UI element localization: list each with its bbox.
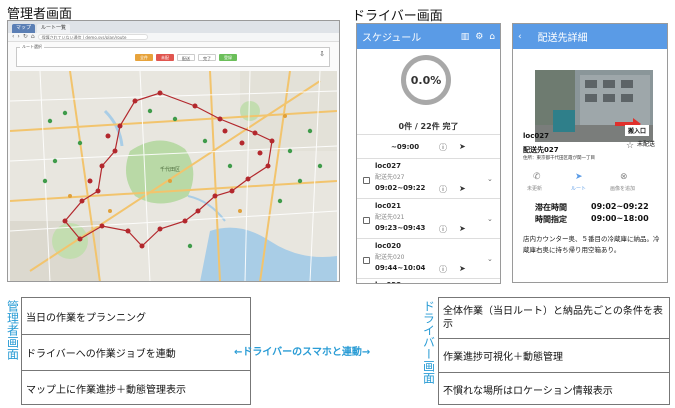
time-window: 09:02~09:22	[375, 184, 426, 192]
driver-feature-table: 全体作業（当日ルート）と納品先ごとの条件を表示 作業進捗可視化＋動態管理 不慣れ…	[438, 297, 670, 405]
destination-name: 配送先027	[375, 174, 405, 181]
schedule-start-row: ~09:00 ⓘ ➤	[357, 134, 500, 158]
info-icon[interactable]: ⓘ	[439, 142, 447, 153]
url-field[interactable]: 保護されていない通信 | demo.sys/plan/route	[37, 34, 148, 40]
filter-chip-delivering[interactable]: 配送	[177, 54, 195, 61]
delivery-status: 未配送	[637, 141, 656, 148]
info-icon[interactable]: ⓘ	[439, 264, 447, 275]
back-icon[interactable]: ‹	[12, 34, 14, 40]
add-image-icon[interactable]: ⊗	[620, 172, 628, 182]
schedule-item[interactable]: loc027 配送先027 09:02~09:22 ⓘ ➤ ⌄	[357, 158, 500, 198]
map-icon[interactable]: ▥	[461, 32, 470, 42]
browser-tab-bar: マップ ルート一覧	[8, 21, 339, 33]
phone-icon[interactable]: ✆	[533, 172, 541, 182]
navigate-icon[interactable]: ➤	[459, 224, 466, 233]
star-icon[interactable]: ☆	[626, 141, 634, 151]
time-window: 09:23~09:43	[375, 224, 426, 232]
location-id: loc020	[375, 242, 401, 250]
admin-browser-window: マップ ルート一覧 ‹ › ↻ ⌂ 保護されていない通信 | demo.sys/…	[7, 20, 340, 282]
admin-feature-row: マップ上に作業進捗＋動態管理表示	[22, 370, 250, 406]
destination-name: 配送先020	[375, 254, 405, 261]
detail-title: 配送先詳細	[537, 33, 588, 44]
schedule-header: スケジュール ▥ ⚙ ⌂	[357, 24, 500, 49]
chevron-down-icon[interactable]: ⌄	[487, 175, 493, 183]
detail-header: ‹ 配送先詳細	[513, 24, 667, 49]
gear-icon[interactable]: ⚙	[475, 32, 483, 42]
navigate-icon[interactable]: ➤	[459, 184, 466, 193]
driver-side-label-text: ドライバー画面	[421, 300, 436, 384]
schedule-item[interactable]: loc021 配送先021 09:23~09:43 ⓘ ➤ ⌄	[357, 198, 500, 238]
action-add-image-label: 画像を追加	[610, 186, 636, 192]
delivery-note: 店内カウンター奥、５番目の冷蔵庫に納品。冷蔵庫右奥に持ち帰り用空箱あり。	[523, 235, 660, 254]
tab-map[interactable]: マップ	[12, 24, 36, 33]
start-time: ~09:00	[391, 143, 420, 151]
address-text: 住所：東京都千代田区霞が関一丁目	[523, 156, 595, 161]
stay-time-value: 09:02~09:22	[591, 202, 649, 211]
schedule-phone: スケジュール ▥ ⚙ ⌂ 0.0% 0件 / 22件 完了 ~09:00 ⓘ ➤…	[356, 23, 501, 284]
back-icon[interactable]: ‹	[518, 32, 522, 42]
admin-feature-table: 当日の作業をプランニング ドライバーへの作業ジョブを連動 マップ上に作業進捗＋動…	[21, 297, 251, 405]
download-icon[interactable]: ⇩	[319, 50, 325, 58]
progress-ring: 0.0%	[401, 55, 451, 105]
entrance-tag: 搬入口	[625, 125, 650, 136]
filter-chip-undelivered[interactable]: 未配	[156, 54, 174, 61]
destination-name: 配送先021	[375, 214, 405, 221]
destination-name: 配送先027	[523, 146, 559, 154]
navigate-icon[interactable]: ➤	[459, 142, 466, 151]
driver-feature-row: 作業進捗可視化＋動態管理	[439, 338, 669, 372]
chevron-down-icon[interactable]: ⌄	[487, 215, 493, 223]
action-unsent-label: 未更新	[527, 186, 543, 192]
home-icon[interactable]: ⌂	[31, 34, 35, 40]
info-icon[interactable]: ⓘ	[439, 184, 447, 195]
admin-content: ルート選択 全件 未配 配送 完了 登録 ⇩ 千代田区	[8, 42, 339, 281]
refresh-icon[interactable]: ↻	[23, 34, 28, 40]
stay-time-label: 滞在時間	[535, 203, 567, 212]
progress-count: 0件 / 22件 完了	[398, 122, 459, 131]
map-canvas	[10, 71, 337, 281]
route-select-panel: ルート選択 全件 未配 配送 完了 登録 ⇩	[16, 44, 330, 67]
chevron-down-icon[interactable]: ⌄	[487, 255, 493, 263]
map-area-label: 千代田区	[160, 167, 181, 173]
route-icon[interactable]: ➤	[575, 172, 583, 182]
progress-percent: 0.0%	[410, 73, 442, 87]
time-window-label: 時間指定	[535, 215, 567, 224]
route-select-label: ルート選択	[20, 44, 44, 50]
done-checkbox[interactable]	[363, 217, 370, 224]
time-window: 09:44~10:04	[375, 264, 426, 272]
driver-feature-row: 不慣れな場所はロケーション情報表示	[439, 372, 669, 406]
location-id: loc038	[375, 281, 401, 283]
schedule-item[interactable]: loc038	[357, 278, 500, 283]
sync-caption: ←ドライバーのスマホと連動→	[234, 347, 371, 358]
driver-screen-heading: ドライバー画面	[352, 9, 443, 24]
detail-phone: ‹ 配送先詳細 搬入口 loc027 配送先027 住所：東京都千代田区霞が関一…	[512, 23, 668, 283]
forward-icon[interactable]: ›	[17, 34, 19, 40]
location-id: loc021	[375, 202, 401, 210]
location-id: loc027	[375, 162, 401, 170]
schedule-item[interactable]: loc020 配送先020 09:44~10:04 ⓘ ➤ ⌄	[357, 238, 500, 278]
filter-chip-registered[interactable]: 登録	[219, 54, 237, 61]
route-map[interactable]: 千代田区	[10, 71, 337, 281]
progress-panel: 0.0% 0件 / 22件 完了	[357, 49, 500, 134]
admin-side-label: 管理者画面	[4, 300, 20, 363]
admin-side-label-text: 管理者画面	[5, 300, 20, 360]
tab-route-list[interactable]: ルート一覧	[37, 24, 71, 33]
filter-chip-done[interactable]: 完了	[198, 54, 216, 61]
filter-chip-all[interactable]: 全件	[135, 54, 153, 61]
done-checkbox[interactable]	[363, 257, 370, 264]
home-icon[interactable]: ⌂	[489, 32, 495, 42]
driver-feature-row: 全体作業（当日ルート）と納品先ごとの条件を表示	[443, 306, 663, 330]
admin-feature-row: ドライバーへの作業ジョブを連動	[22, 334, 250, 370]
action-route-label: ルート	[571, 186, 587, 192]
info-icon[interactable]: ⓘ	[439, 224, 447, 235]
driver-side-label: ドライバー画面	[420, 300, 436, 387]
time-window-value: 09:00~18:00	[591, 214, 649, 223]
location-id: loc027	[523, 132, 549, 140]
schedule-title: スケジュール	[362, 33, 422, 44]
navigate-icon[interactable]: ➤	[459, 264, 466, 273]
done-checkbox[interactable]	[363, 177, 370, 184]
location-photo: 搬入口	[535, 70, 653, 142]
address-bar: ‹ › ↻ ⌂ 保護されていない通信 | demo.sys/plan/route	[8, 33, 339, 42]
admin-feature-row: 当日の作業をプランニング	[26, 312, 146, 324]
